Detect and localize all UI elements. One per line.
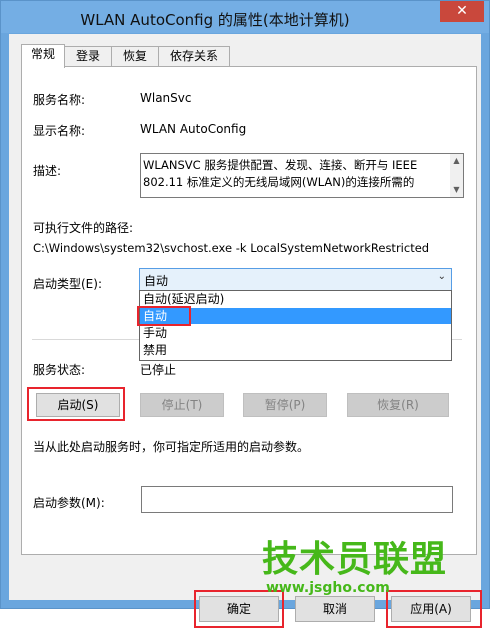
resume-button[interactable]: 恢复(R) — [347, 393, 449, 417]
description-scrollbar[interactable]: ▲ ▼ — [450, 153, 464, 198]
close-icon[interactable]: ✕ — [440, 1, 484, 22]
start-params-input[interactable] — [141, 486, 453, 513]
tab-logon[interactable]: 登录 — [64, 46, 112, 67]
startup-type-label: 启动类型(E): — [33, 277, 102, 291]
service-status-value: 已停止 — [140, 363, 177, 377]
path-value: C:\Windows\system32\svchost.exe -k Local… — [33, 241, 430, 255]
start-params-label: 启动参数(M): — [33, 496, 105, 510]
startup-type-value: 自动 — [144, 274, 169, 288]
watermark: 技术员联盟 www.jsgho.com — [262, 539, 448, 597]
service-name-value: WlanSvc — [140, 91, 192, 105]
tab-recovery[interactable]: 恢复 — [111, 46, 159, 67]
tab-general[interactable]: 常规 — [21, 44, 65, 68]
service-status-label: 服务状态: — [33, 363, 86, 377]
hint-text: 当从此处启动服务时，你可指定所适用的启动参数。 — [33, 440, 310, 454]
chevron-down-icon: ⌄ — [437, 271, 446, 282]
path-label: 可执行文件的路径: — [33, 221, 134, 235]
properties-window: WLAN AutoConfig 的属性(本地计算机) ✕ 常规 登录 恢复 依存… — [0, 0, 490, 628]
watermark-url: www.jsgho.com — [266, 580, 390, 596]
service-name-label: 服务名称: — [33, 93, 86, 107]
description-box[interactable]: WLANSVC 服务提供配置、发现、连接、断开与 IEEE 802.11 标准定… — [140, 153, 453, 198]
startup-type-select[interactable]: 自动 ⌄ — [139, 268, 452, 291]
cancel-button[interactable]: 取消 — [295, 596, 375, 622]
dialog-client: 常规 登录 恢复 依存关系 服务名称: WlanSvc 显示名称: WLAN A… — [9, 34, 482, 628]
scroll-up-icon[interactable]: ▲ — [450, 156, 463, 165]
title-bar[interactable]: WLAN AutoConfig 的属性(本地计算机) ✕ — [1, 1, 489, 33]
scroll-down-icon[interactable]: ▼ — [450, 185, 463, 194]
description-line-2: 802.11 标准定义的无线局域网(WLAN)的连接所需的 — [143, 175, 415, 189]
pause-button[interactable]: 暂停(P) — [243, 393, 327, 417]
annotation-highlight-auto — [137, 306, 191, 326]
general-panel: 服务名称: WlanSvc 显示名称: WLAN AutoConfig 描述: … — [21, 66, 477, 555]
annotation-highlight-start — [27, 387, 125, 421]
option-manual[interactable]: 手动 — [140, 325, 451, 341]
tab-dependencies[interactable]: 依存关系 — [158, 46, 230, 67]
window-title: WLAN AutoConfig 的属性(本地计算机) — [80, 11, 350, 29]
watermark-logo: 技术员联盟 — [262, 539, 448, 580]
option-auto-delayed[interactable]: 自动(延迟启动) — [140, 291, 451, 307]
description-line-1: WLANSVC 服务提供配置、发现、连接、断开与 IEEE — [143, 158, 418, 172]
description-label: 描述: — [33, 164, 62, 178]
option-disabled[interactable]: 禁用 — [140, 342, 451, 358]
stop-button[interactable]: 停止(T) — [140, 393, 224, 417]
display-name-value: WLAN AutoConfig — [140, 122, 247, 136]
display-name-label: 显示名称: — [33, 124, 86, 138]
